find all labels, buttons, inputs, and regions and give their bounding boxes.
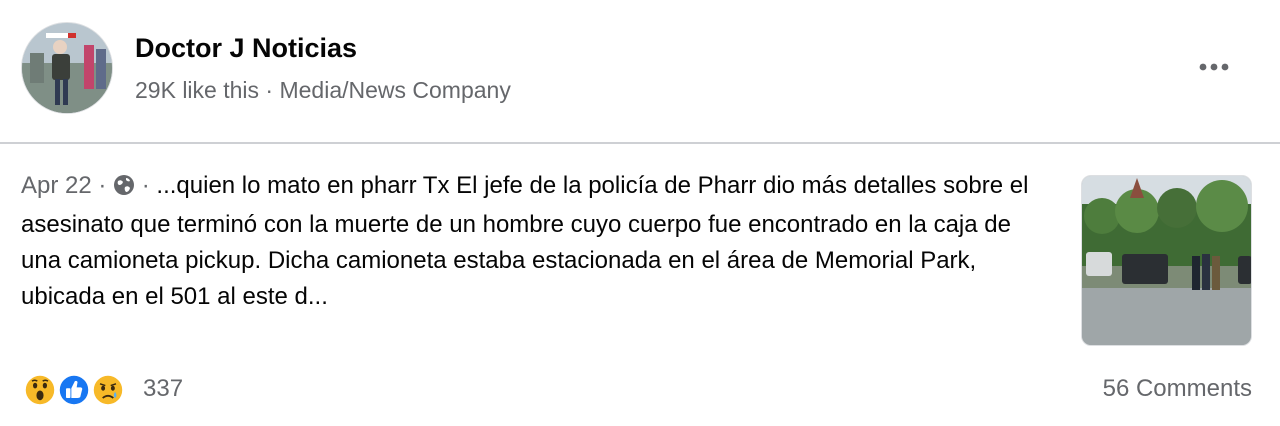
page-name-link[interactable]: Doctor J Noticias xyxy=(135,33,357,64)
post-footer: 337 56 Comments xyxy=(0,360,1280,420)
page-likes[interactable]: 29K like this xyxy=(135,77,259,103)
more-options-icon xyxy=(1199,63,1229,71)
meta-separator: · xyxy=(265,77,274,103)
like-reaction-icon xyxy=(56,372,92,408)
news-photo-thumbnail xyxy=(1082,176,1251,345)
page-avatar[interactable] xyxy=(21,22,113,114)
reaction-count[interactable]: 337 xyxy=(143,375,183,403)
header-divider xyxy=(0,142,1280,144)
post-header: Doctor J Noticias 29K like this · Media/… xyxy=(0,0,1280,142)
sad-reaction-icon xyxy=(90,372,126,408)
post-thumbnail[interactable] xyxy=(1081,175,1252,346)
page-category: Media/News Company xyxy=(279,77,511,103)
wow-reaction-icon xyxy=(22,372,58,408)
reaction-icons[interactable] xyxy=(22,372,130,408)
page-meta: 29K like this · Media/News Company xyxy=(135,77,511,104)
comments-count-link[interactable]: 56 Comments xyxy=(1103,375,1252,403)
post-date[interactable]: Apr 22 xyxy=(21,172,92,199)
date-separator: · xyxy=(98,172,107,199)
avatar-photo xyxy=(22,23,112,113)
more-options-button[interactable] xyxy=(1192,50,1236,84)
post-message: ...quien lo mato en pharr Tx El jefe de … xyxy=(21,172,1029,310)
post-text[interactable]: Apr 22 · · ...quien lo mato en pharr Tx … xyxy=(21,168,1041,315)
privacy-separator: · xyxy=(141,172,150,199)
globe-icon xyxy=(113,171,135,207)
